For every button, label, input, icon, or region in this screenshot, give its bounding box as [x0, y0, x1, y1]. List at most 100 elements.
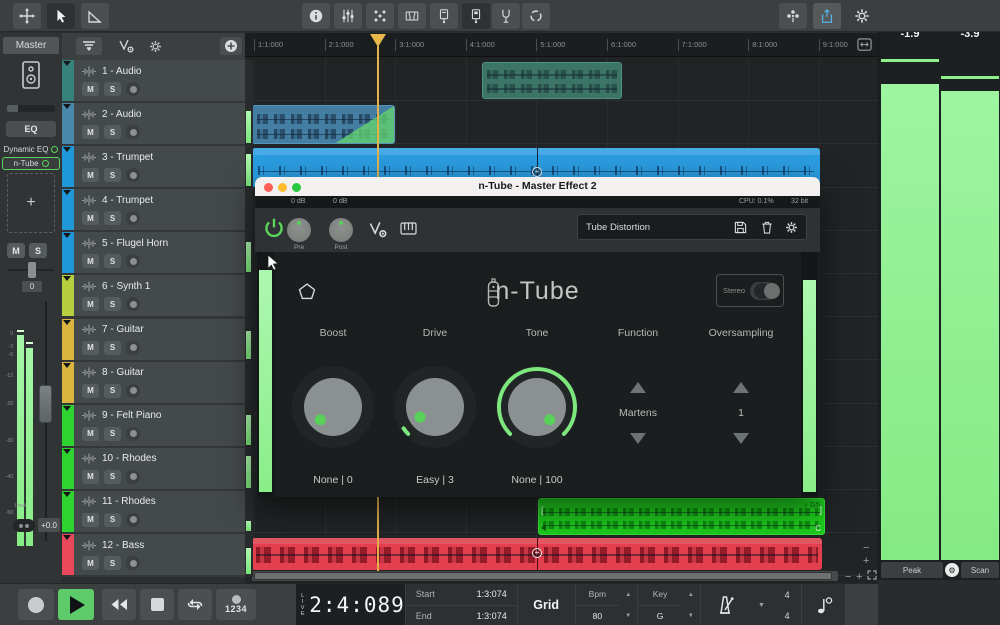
fade-out-handle[interactable] — [336, 106, 394, 143]
horizontal-scrollbar[interactable] — [252, 571, 838, 581]
speaker-icon[interactable] — [541, 524, 549, 532]
solo-button[interactable]: S — [104, 82, 121, 96]
solo-button[interactable]: S — [104, 427, 121, 441]
audio-clip-track2[interactable] — [252, 105, 395, 144]
automation-button[interactable] — [114, 37, 138, 55]
solo-button[interactable]: S — [104, 168, 121, 182]
mute-button[interactable]: M — [82, 513, 99, 527]
loop-button[interactable] — [178, 589, 212, 620]
save-preset-icon[interactable] — [734, 221, 747, 234]
move-tool-button[interactable] — [13, 3, 41, 29]
track-filter-button[interactable] — [76, 37, 102, 55]
mute-button[interactable]: M — [82, 556, 99, 570]
record-arm-button[interactable] — [126, 82, 140, 96]
time-ruler[interactable]: 1:1:0002:1:0003:1:0004:1:0005:1:0006:1:0… — [245, 33, 878, 57]
record-arm-button[interactable] — [126, 384, 140, 398]
zoom-out-button[interactable]: − — [845, 572, 851, 582]
track-row[interactable]: 6 - Synth 1MS — [62, 275, 245, 316]
play-button[interactable] — [58, 589, 94, 620]
dynamic-eq-plugin-item[interactable]: Dynamic EQ — [2, 143, 60, 156]
record-arm-button[interactable] — [126, 297, 140, 311]
time-signature[interactable]: 4 4 — [773, 584, 801, 625]
plugin-keyboard-button[interactable] — [400, 222, 417, 235]
record-arm-button[interactable] — [126, 427, 140, 441]
clip-right-bracket[interactable]: ] — [819, 505, 822, 515]
share-button[interactable] — [813, 3, 841, 29]
power-icon[interactable] — [42, 160, 49, 167]
master-mute-button[interactable]: M — [7, 243, 25, 258]
record-arm-button[interactable] — [126, 556, 140, 570]
edit-node[interactable]: + — [532, 548, 542, 558]
zoom-in-button[interactable]: + — [856, 572, 862, 582]
mute-button[interactable]: M — [82, 470, 99, 484]
vertical-zoom-in-button[interactable]: + — [863, 556, 869, 566]
solo-button[interactable]: S — [104, 384, 121, 398]
delete-preset-icon[interactable] — [761, 221, 773, 234]
master-pan-slider[interactable] — [8, 269, 54, 271]
master-output-bar[interactable] — [7, 105, 55, 112]
record-arm-button[interactable] — [126, 211, 140, 225]
mute-button[interactable]: M — [82, 211, 99, 225]
quantize-button[interactable] — [801, 584, 845, 625]
bpm-block[interactable]: Bpm 80 — [576, 584, 620, 625]
peak-mode-button[interactable]: Peak — [881, 562, 943, 578]
solo-button[interactable]: S — [104, 470, 121, 484]
playhead-handle[interactable] — [370, 34, 386, 47]
stop-button[interactable] — [140, 589, 174, 620]
master-fader-handle[interactable] — [39, 385, 52, 423]
solo-button[interactable]: S — [104, 125, 121, 139]
audio-clip-track11[interactable]: ♪ G5 [ ] C — [538, 498, 825, 535]
select-tool-button[interactable] — [47, 3, 75, 29]
meter-settings-button[interactable]: ⚙ — [945, 563, 959, 577]
master-solo-button[interactable]: S — [29, 243, 47, 258]
preset-settings-icon[interactable] — [785, 221, 798, 234]
solo-button[interactable]: S — [104, 211, 121, 225]
solo-button[interactable]: S — [104, 341, 121, 355]
metronome-dropdown[interactable]: ▼ — [750, 584, 773, 625]
metronome-button[interactable] — [701, 584, 750, 625]
plugin-automation-button[interactable] — [368, 221, 387, 238]
track-row[interactable]: 2 - AudioMS — [62, 103, 245, 144]
record-arm-button[interactable] — [126, 125, 140, 139]
piano-roll-button[interactable] — [398, 3, 426, 29]
record-arm-button[interactable] — [126, 513, 140, 527]
bpm-up-button[interactable]: ▲ — [619, 584, 637, 605]
stereo-toggle[interactable]: Stereo — [716, 274, 784, 307]
track-settings-button[interactable] — [144, 37, 166, 55]
live-indicator[interactable]: LIVE — [296, 584, 309, 625]
solo-button[interactable]: S — [104, 254, 121, 268]
master-title[interactable]: Master — [3, 37, 59, 54]
ntube-plugin-item[interactable]: n-Tube — [2, 157, 60, 170]
instrument-rack-button[interactable] — [430, 3, 458, 29]
track-row[interactable]: 3 - TrumpetMS — [62, 146, 245, 187]
ntube-plugin-window[interactable]: n-Tube - Master Effect 2 0 dB 0 dB CPU: … — [255, 177, 820, 497]
stereo-switch[interactable] — [750, 282, 777, 300]
end-row[interactable]: End 1:3:074 — [406, 606, 517, 625]
key-up-button[interactable]: ▲ — [682, 584, 700, 605]
oversampling-down-button[interactable] — [733, 433, 749, 444]
preset-selector[interactable]: Tube Distortion — [577, 214, 807, 240]
effects-button[interactable] — [779, 3, 807, 29]
rewind-button[interactable] — [102, 589, 136, 620]
settings-button[interactable] — [848, 3, 876, 29]
fullscreen-icon[interactable] — [867, 570, 877, 580]
master-gain-value[interactable]: +0.0 — [38, 518, 60, 532]
fit-icon[interactable] — [857, 37, 872, 52]
track-row[interactable]: 4 - TrumpetMS — [62, 189, 245, 230]
boost-knob[interactable] — [291, 365, 375, 449]
mute-button[interactable]: M — [82, 254, 99, 268]
clip-left-bracket[interactable]: [ — [541, 505, 544, 515]
plugin-rack-button[interactable] — [462, 3, 490, 29]
oversampling-up-button[interactable] — [733, 382, 749, 393]
tuner-button[interactable] — [492, 3, 520, 29]
scrollbar-thumb[interactable] — [254, 572, 832, 580]
mute-button[interactable]: M — [82, 168, 99, 182]
edit-node[interactable]: + — [532, 167, 542, 177]
mixer-button[interactable] — [334, 3, 362, 29]
mute-button[interactable]: M — [82, 125, 99, 139]
eq-button[interactable]: EQ — [6, 121, 56, 137]
record-arm-button[interactable] — [126, 341, 140, 355]
start-row[interactable]: Start 1:3:074 — [406, 584, 517, 606]
track-row[interactable]: 1 - AudioMS — [62, 60, 245, 101]
mute-button[interactable]: M — [82, 427, 99, 441]
